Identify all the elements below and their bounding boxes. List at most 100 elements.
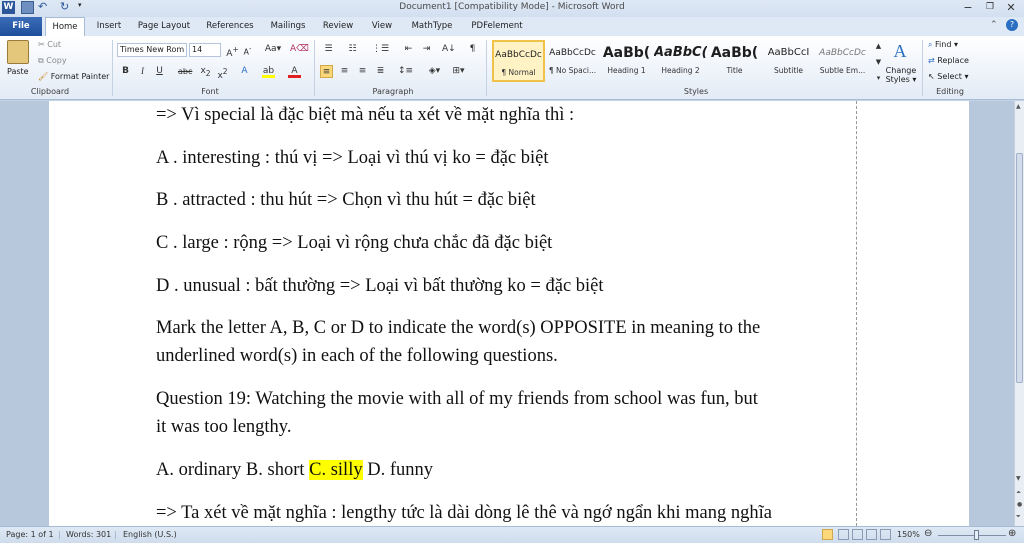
tab-mathtype[interactable]: MathType	[406, 17, 458, 36]
change-styles-icon[interactable]: A	[889, 39, 911, 63]
editing-group-label: Editing	[936, 87, 964, 96]
style-preview: AaBbCcDc	[495, 50, 542, 60]
clear-formatting-icon[interactable]: A⌫	[290, 43, 309, 56]
cut-button[interactable]: ✂ Cut	[38, 40, 61, 49]
decrease-indent-icon[interactable]: ⇤	[402, 43, 415, 56]
status-divider: |	[58, 530, 61, 539]
shrink-font-icon[interactable]: A-	[241, 43, 254, 57]
tab-page-layout[interactable]: Page Layout	[133, 17, 195, 36]
highlight-color-icon[interactable]: ab	[262, 65, 275, 78]
outline-view-icon[interactable]	[866, 529, 877, 540]
subscript-icon[interactable]: x2	[199, 65, 212, 78]
text-effects-icon[interactable]: A	[238, 65, 251, 78]
find-button[interactable]: ⌕ Find ▾	[928, 40, 958, 50]
close-button[interactable]: ✕	[998, 0, 1024, 16]
vertical-scrollbar[interactable]: ▲ ▼ ⏶ ● ⏷	[1014, 101, 1024, 526]
paste-button[interactable]: Paste	[7, 67, 29, 76]
replace-icon: ⇄	[928, 56, 935, 65]
help-icon[interactable]: ?	[1006, 19, 1018, 31]
scroll-thumb[interactable]	[1016, 153, 1023, 383]
print-layout-view-icon[interactable]	[822, 529, 833, 540]
grow-font-icon[interactable]: A+	[226, 43, 239, 59]
tab-insert[interactable]: Insert	[89, 17, 129, 36]
cut-label: Cut	[47, 40, 62, 49]
align-center-icon[interactable]: ≡	[338, 65, 351, 78]
sort-icon[interactable]: A↓	[442, 43, 456, 56]
prev-page-icon[interactable]: ⏶	[1016, 489, 1021, 497]
scissors-icon: ✂	[38, 40, 45, 49]
style-preview: AaBbC(	[654, 45, 707, 60]
doc-line-3: B . attracted : thu hút => Chọn vì thu h…	[156, 190, 536, 210]
clipboard-group-label: Clipboard	[30, 87, 70, 96]
answer-option-d: D. funny	[362, 460, 433, 480]
change-case-icon[interactable]: Aa▾	[264, 43, 282, 56]
font-color-icon[interactable]: A	[288, 65, 301, 78]
language-status[interactable]: English (U.S.)	[123, 530, 177, 539]
page-count-status[interactable]: Page: 1 of 1	[6, 530, 54, 539]
paste-icon[interactable]	[7, 40, 29, 64]
italic-icon[interactable]: I	[136, 65, 149, 78]
tab-mailings[interactable]: Mailings	[266, 17, 310, 36]
word-count-status[interactable]: Words: 301	[66, 530, 111, 539]
scroll-up-icon[interactable]: ▲	[1016, 103, 1021, 110]
draft-view-icon[interactable]	[880, 529, 891, 540]
tab-pdfelement[interactable]: PDFelement	[466, 17, 528, 36]
web-layout-view-icon[interactable]	[852, 529, 863, 540]
style-2[interactable]: AaBbCcDc ¶ No Spaci...	[546, 40, 599, 82]
style-6[interactable]: AaBbCcI Subtitle	[762, 40, 815, 82]
replace-label: Replace	[937, 56, 969, 65]
style-5[interactable]: AaBb(Title	[708, 40, 761, 82]
copy-label: Copy	[46, 56, 67, 65]
strikethrough-icon[interactable]: abc	[178, 65, 192, 78]
underline-icon[interactable]: U	[153, 65, 166, 78]
full-screen-view-icon[interactable]	[838, 529, 849, 540]
zoom-slider-track[interactable]	[938, 535, 1006, 536]
tab-references[interactable]: References	[202, 17, 258, 36]
zoom-level[interactable]: 150%	[897, 530, 920, 539]
browse-object-icon[interactable]: ●	[1017, 501, 1022, 508]
styles-scroll-up-icon[interactable]: ▲	[872, 40, 885, 53]
tab-review[interactable]: Review	[318, 17, 358, 36]
style-1[interactable]: AaBbCcDc ¶ Normal	[492, 40, 545, 82]
font-group-label: Font	[201, 87, 219, 96]
style-name: Title	[726, 66, 743, 75]
doc-line-9: => Ta xét về mặt nghĩa : lengthy tức là …	[156, 503, 772, 523]
zoom-out-icon[interactable]: ⊖	[924, 528, 932, 539]
tab-file[interactable]: File	[0, 17, 42, 36]
font-name-select[interactable]: Times New Rom	[117, 43, 187, 57]
document-page[interactable]: => Vì special là đặc biệt mà nếu ta xét …	[49, 101, 969, 526]
line-spacing-icon[interactable]: ↕≡	[398, 65, 413, 78]
collapse-ribbon-icon[interactable]: ⌃	[990, 20, 998, 30]
numbering-icon[interactable]: ☷	[346, 43, 359, 56]
show-formatting-icon[interactable]: ¶	[466, 43, 479, 56]
doc-line-7b: it was too lengthy.	[156, 417, 292, 437]
style-7[interactable]: AaBbCcDc Subtle Em...	[816, 40, 869, 82]
status-divider: |	[114, 530, 117, 539]
align-right-icon[interactable]: ≡	[356, 65, 369, 78]
change-styles-button[interactable]: Change Styles ▾	[884, 66, 918, 84]
tab-view[interactable]: View	[366, 17, 398, 36]
borders-icon[interactable]: ⊞▾	[452, 65, 465, 78]
status-bar: Page: 1 of 1 | Words: 301 | English (U.S…	[0, 526, 1024, 543]
style-4[interactable]: AaBbC(Heading 2	[654, 40, 707, 82]
shading-icon[interactable]: ◈▾	[428, 65, 441, 78]
copy-button[interactable]: ⧉ Copy	[38, 56, 67, 66]
style-3[interactable]: AaBb(Heading 1	[600, 40, 653, 82]
select-button[interactable]: ↖ Select ▾	[928, 72, 969, 81]
next-page-icon[interactable]: ⏷	[1016, 513, 1021, 521]
align-left-icon[interactable]: ≡	[320, 65, 333, 78]
style-name: Heading 1	[607, 66, 646, 75]
superscript-icon[interactable]: x2	[216, 65, 229, 81]
scroll-down-icon[interactable]: ▼	[1016, 475, 1021, 482]
multilevel-list-icon[interactable]: ⋮☰	[372, 43, 389, 56]
replace-button[interactable]: ⇄ Replace	[928, 56, 969, 65]
font-size-select[interactable]: 14	[189, 43, 221, 57]
format-painter-button[interactable]: 🖌 Format Painter	[38, 72, 109, 81]
increase-indent-icon[interactable]: ⇥	[420, 43, 433, 56]
justify-icon[interactable]: ≣	[374, 65, 387, 78]
bold-icon[interactable]: B	[119, 65, 132, 78]
zoom-slider-thumb[interactable]	[974, 530, 979, 540]
tab-home[interactable]: Home	[45, 17, 85, 36]
zoom-in-icon[interactable]: ⊕	[1008, 528, 1016, 539]
bullets-icon[interactable]: ☰	[322, 43, 335, 56]
